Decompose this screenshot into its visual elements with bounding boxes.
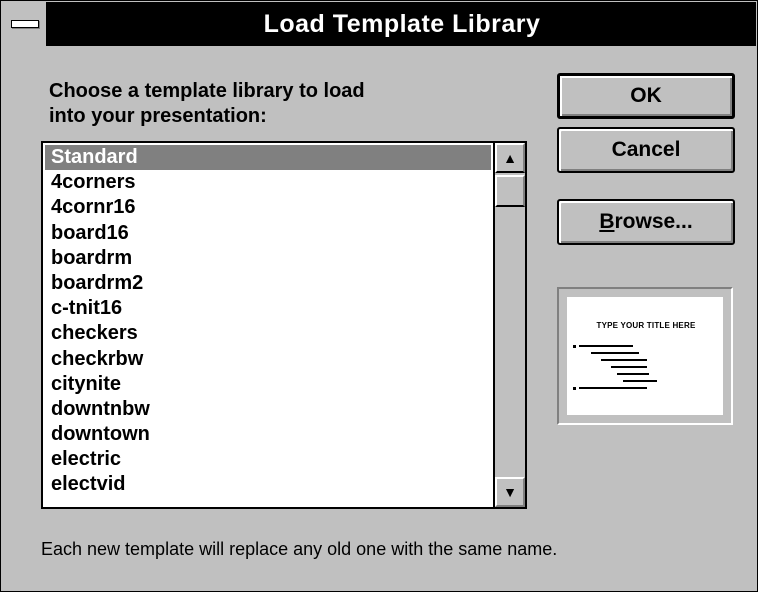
template-list-item[interactable]: electvid <box>45 472 491 497</box>
scroll-down-button[interactable]: ▼ <box>495 477 525 507</box>
footer-note: Each new template will replace any old o… <box>41 539 558 559</box>
cancel-button[interactable]: Cancel <box>557 127 735 173</box>
template-list-item[interactable]: Standard <box>45 145 491 171</box>
system-menu-bar <box>11 20 39 28</box>
preview-text-line <box>623 380 657 382</box>
preview-bullet <box>573 345 576 348</box>
template-preview: TYPE YOUR TITLE HERE <box>557 287 733 425</box>
arrow-up-icon: ▲ <box>503 150 517 166</box>
template-list-item[interactable]: citynite <box>45 372 491 397</box>
ok-button[interactable]: OK <box>557 73 735 119</box>
browse-label-rest: rowse... <box>614 210 693 233</box>
template-list-item[interactable]: board16 <box>45 221 491 246</box>
template-list-item[interactable]: 4corners <box>45 170 491 195</box>
template-list-item[interactable]: c-tnit16 <box>45 296 491 321</box>
window-title: Load Template Library <box>263 10 541 38</box>
preview-text-line <box>579 387 647 389</box>
prompt-line-2: into your presentation: <box>49 105 267 127</box>
preview-text-line <box>579 345 633 347</box>
title-bar[interactable]: Load Template Library <box>2 2 756 46</box>
template-list-item[interactable]: boardrm2 <box>45 271 491 296</box>
prompt-label: Choose a template library to load into y… <box>49 79 519 129</box>
template-list-item[interactable]: checkrbw <box>45 347 491 372</box>
template-list-item[interactable]: boardrm <box>45 246 491 271</box>
browse-button[interactable]: Browse... <box>557 199 735 245</box>
scroll-thumb[interactable] <box>495 175 525 207</box>
preview-slide: TYPE YOUR TITLE HERE <box>567 297 723 415</box>
template-list-item[interactable]: electric <box>45 447 491 472</box>
system-menu-icon[interactable] <box>2 2 48 46</box>
preview-text-line <box>591 352 639 354</box>
ok-button-label: OK <box>630 84 662 107</box>
browse-button-label: Browse... <box>559 201 733 243</box>
prompt-line-1: Choose a template library to load <box>49 80 365 102</box>
template-list-item[interactable]: 4cornr16 <box>45 195 491 220</box>
preview-text-line <box>611 366 647 368</box>
vertical-scrollbar[interactable]: ▲ ▼ <box>493 143 525 507</box>
load-template-dialog: Load Template Library Choose a template … <box>0 0 758 592</box>
template-list-item[interactable]: checkers <box>45 321 491 346</box>
template-list-item[interactable]: downtown <box>45 422 491 447</box>
template-listbox[interactable]: Standard 4corners 4cornr16 board16 boardrm bo… <box>41 141 527 509</box>
arrow-down-icon: ▼ <box>503 484 517 500</box>
scroll-up-button[interactable]: ▲ <box>495 143 525 173</box>
template-list-item[interactable]: downtnbw <box>45 397 491 422</box>
preview-slide-title: TYPE YOUR TITLE HERE <box>596 321 696 330</box>
browse-mnemonic: B <box>599 210 615 233</box>
preview-bullet <box>573 387 576 390</box>
preview-text-line <box>601 359 647 361</box>
preview-text-line <box>617 373 649 375</box>
template-list: Standard 4corners 4cornr16 board16 boardrm bo… <box>45 145 491 498</box>
cancel-button-label: Cancel <box>611 138 681 161</box>
